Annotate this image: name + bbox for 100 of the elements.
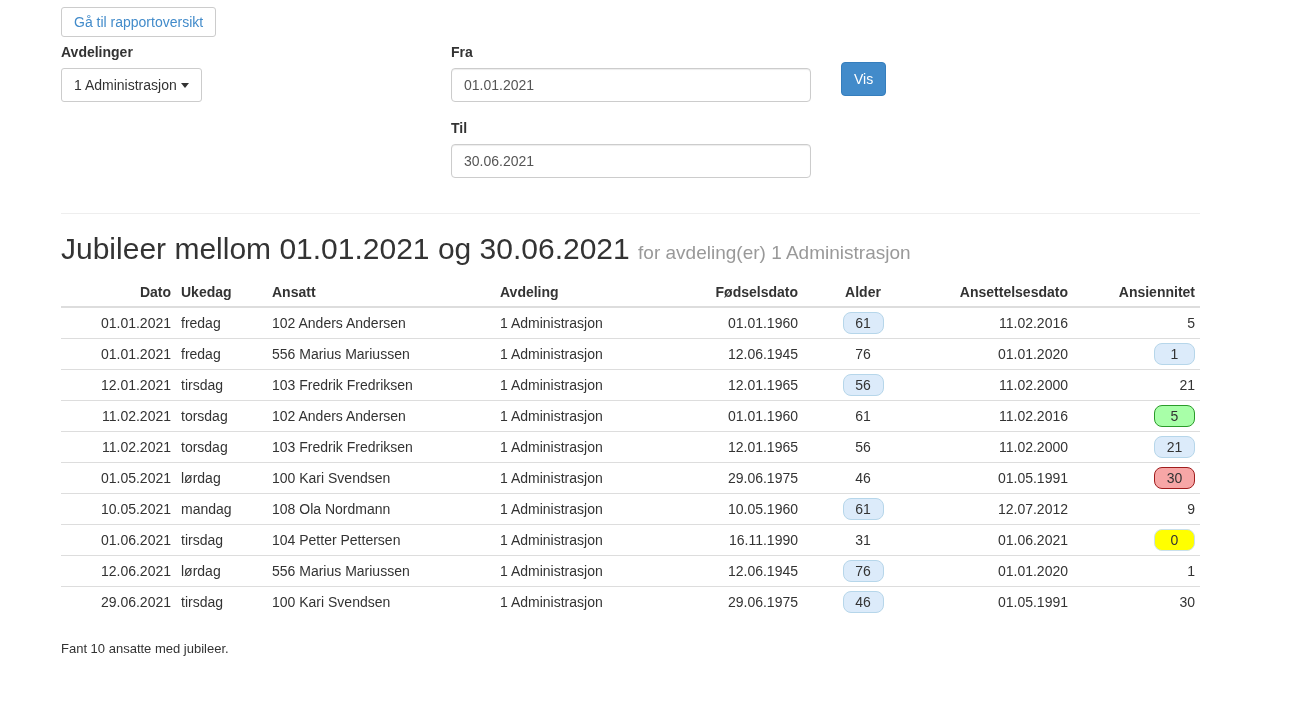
table-cell: 01.01.2021 [100,315,171,331]
field-label: Til [451,120,469,138]
table-cell: torsdag [181,439,228,455]
table-cell: 102 Anders Andersen [272,408,406,424]
table-cell: 100 Kari Svendsen [272,470,391,486]
table-cell: fredag [181,346,221,362]
from-date-field[interactable]: 01.01.2021 [451,68,811,102]
table-cell: 10.05.2021 [100,501,171,517]
table-cell: 102 Anders Andersen [272,315,406,331]
column-header: Dato [139,284,171,300]
table-cell: 21 [1179,377,1195,393]
table-cell: 10.05.1960 [727,501,798,517]
table-cell: 01.01.1960 [727,315,798,331]
show-button[interactable]: Vis [841,62,887,96]
highlight-badge: 1 [1154,343,1195,365]
table-cell: mandag [181,501,232,517]
table-cell: 108 Ola Nordmann [272,501,391,517]
table-cell: 12.06.1945 [727,563,798,579]
table-cell: 01.05.1991 [997,470,1068,486]
table-cell: 11.02.2021 [101,439,171,455]
highlight-badge: 61 [842,312,884,334]
table-cell: lørdag [181,563,221,579]
highlight-badge: 61 [842,498,884,520]
page-title: Jubileer mellom 01.01.2021 og 30.06.2021 [61,232,630,265]
highlight-badge: 76 [842,560,884,582]
table-cell: 01.01.2021 [100,346,171,362]
table-cell: 1 Administrasjon [500,315,603,331]
highlight-badge: 21 [1154,436,1195,458]
column-header: Ansatt [272,284,316,300]
department-dropdown[interactable]: 1 Administrasjon [61,68,202,102]
table-cell: 29.06.1975 [727,594,798,610]
table-cell: 46 [855,470,871,486]
table-cell: 11.02.2016 [998,315,1068,331]
table-cell: 1 Administrasjon [500,408,603,424]
table-cell: 01.01.2020 [997,346,1068,362]
table-cell: 1 [1187,563,1195,579]
table-cell: 76 [855,346,871,362]
table-cell: 100 Kari Svendsen [272,594,391,610]
table-cell: 11.02.2000 [998,377,1068,393]
field-label: Fra [451,44,474,62]
table-cell: 1 Administrasjon [500,377,603,393]
table-cell: 01.06.2021 [997,532,1068,548]
table-cell: 31 [855,532,871,548]
table-cell: 16.11.1990 [728,532,798,548]
field-label: Avdelinger [61,44,134,62]
table-cell: 12.01.1965 [727,439,798,455]
highlight-badge: 5 [1154,405,1195,427]
column-header: Ukedag [181,284,232,300]
highlight-badge: 0 [1154,529,1195,551]
table-cell: 61 [855,408,871,424]
table-cell: 01.01.2020 [997,563,1068,579]
table-cell: 11.02.2021 [101,408,171,424]
caret-icon [180,82,189,88]
table-cell: 104 Petter Pettersen [272,532,401,548]
table-cell: 1 Administrasjon [500,439,603,455]
table-cell: 01.05.1991 [997,594,1068,610]
report-overview-button[interactable]: Gå til rapportoversikt [61,7,217,37]
table-cell: 1 Administrasjon [500,532,603,548]
table-cell: 01.05.2021 [100,470,171,486]
table-cell: 12.07.2012 [997,501,1068,517]
table-cell: 1 Administrasjon [500,501,603,517]
table-cell: 11.02.2016 [998,408,1068,424]
table-cell: 556 Marius Mariussen [272,346,410,362]
table-cell: 29.06.2021 [100,594,171,610]
table-cell: torsdag [181,408,228,424]
table-cell: 56 [855,439,871,455]
table-cell: 11.02.2000 [998,439,1068,455]
table-cell: lørdag [181,470,221,486]
column-header: Ansiennitet [1118,284,1195,300]
table-cell: 1 Administrasjon [500,563,603,579]
to-date-field[interactable]: 30.06.2021 [451,144,811,178]
column-header: Alder [845,284,881,300]
column-header: Avdeling [500,284,559,300]
result-summary: Fant 10 ansatte med jubileer. [61,641,230,656]
table-cell: 01.01.1960 [727,408,798,424]
table-cell: 1 Administrasjon [500,470,603,486]
table-cell: 1 Administrasjon [500,594,603,610]
table-cell: tirsdag [181,532,224,548]
table-cell: 103 Fredrik Fredriksen [272,439,413,455]
highlight-badge: 30 [1154,467,1195,489]
table-cell: 9 [1187,501,1195,517]
table-cell: 12.01.1965 [727,377,798,393]
page-subtitle: for avdeling(er) 1 Administrasjon [638,242,911,263]
table-cell: 29.06.1975 [727,470,798,486]
table-cell: 1 Administrasjon [500,346,603,362]
column-header: Fødselsdato [715,284,798,300]
column-header: Ansettelsesdato [959,284,1068,300]
table-cell: 12.06.1945 [727,346,798,362]
table-cell: fredag [181,315,221,331]
table-cell: 5 [1187,315,1195,331]
table-cell: 12.01.2021 [100,377,171,393]
highlight-badge: 46 [842,591,884,613]
table-cell: 556 Marius Mariussen [272,563,410,579]
highlight-badge: 56 [842,374,884,396]
table-cell: 01.06.2021 [100,532,171,548]
table-cell: tirsdag [181,377,224,393]
table-cell: 103 Fredrik Fredriksen [272,377,413,393]
table-cell: tirsdag [181,594,224,610]
table-cell: 30 [1179,594,1195,610]
table-cell: 12.06.2021 [100,563,171,579]
